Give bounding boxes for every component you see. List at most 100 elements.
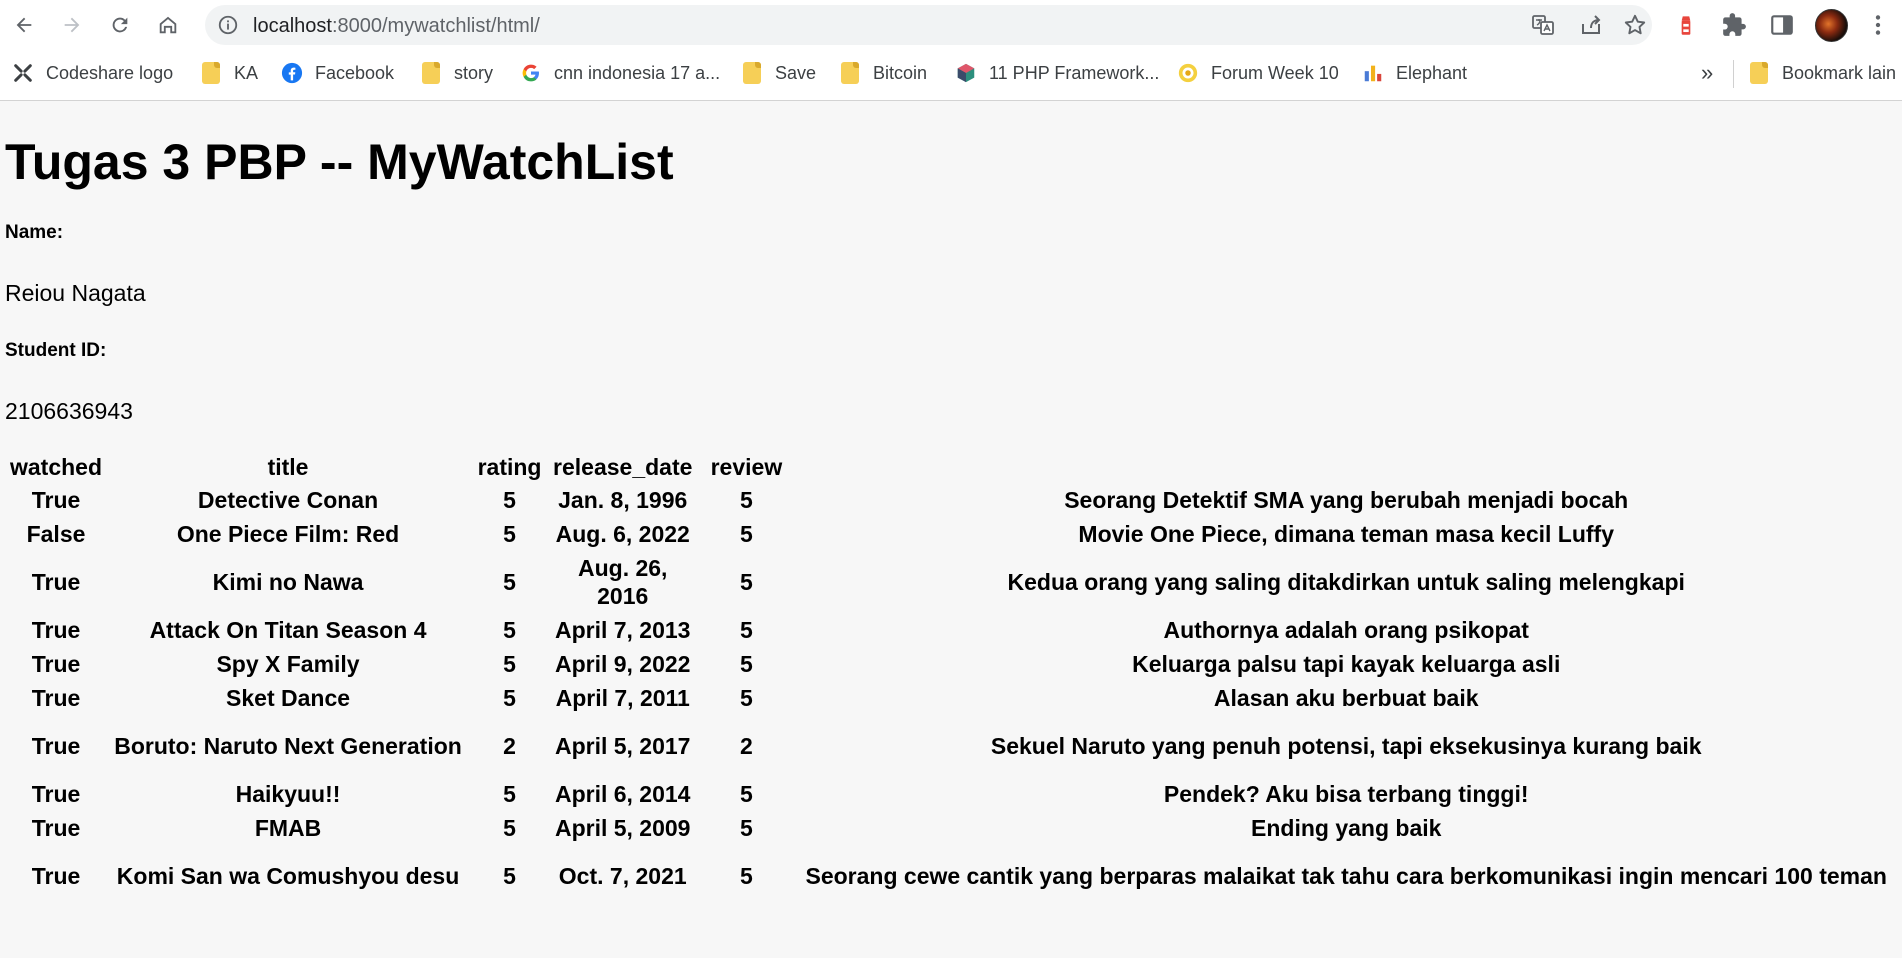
cell-title: FMAB xyxy=(254,815,322,841)
bookmark-facebook[interactable]: Facebook xyxy=(281,59,394,87)
overflow-label: » xyxy=(1701,60,1714,85)
browser-chrome: localhost:8000/mywatchlist/html/ Codesha… xyxy=(0,0,1902,101)
cell-release-date: April 5, 2017 xyxy=(554,733,691,759)
folder-icon xyxy=(420,62,442,84)
bookmark-codeshare[interactable]: Codeshare logo xyxy=(12,59,173,87)
header-review: review xyxy=(710,453,783,480)
cell-watched: True xyxy=(31,733,81,759)
cell-rating: 5 xyxy=(503,815,516,841)
cell-rating: 5 xyxy=(503,685,516,711)
cell-watched: True xyxy=(31,685,81,711)
codeshare-icon xyxy=(12,62,34,84)
cell-title: Attack On Titan Season 4 xyxy=(149,617,427,643)
cell-review: 5 xyxy=(740,569,753,595)
name-label: Name: xyxy=(5,222,64,243)
forward-button[interactable] xyxy=(54,7,90,43)
extensions-puzzle-icon[interactable] xyxy=(1721,12,1747,38)
cell-watched: True xyxy=(31,815,81,841)
cell-release-date: April 5, 2009 xyxy=(554,815,691,841)
url-path: :8000/mywatchlist/html/ xyxy=(331,15,540,37)
cell-rating: 5 xyxy=(503,569,516,595)
table-row: True Attack On Titan Season 4 5 April 7,… xyxy=(6,613,1896,647)
site-info-icon[interactable] xyxy=(217,14,239,36)
cell-review: 5 xyxy=(740,617,753,643)
table-row: True FMAB 5 April 5, 2009 5 Ending yang … xyxy=(6,811,1896,845)
extension-lighthouse-icon[interactable] xyxy=(1673,12,1699,38)
cell-title: Kimi no Nawa xyxy=(212,569,364,595)
cell-rating: 5 xyxy=(503,781,516,807)
header-description xyxy=(796,450,1896,483)
home-button[interactable] xyxy=(150,7,186,43)
bookmark-label: story xyxy=(454,62,494,83)
bookmarks-bar: Codeshare logo KA Facebook story cnn ind… xyxy=(0,55,1902,91)
bookmark-save[interactable]: Save xyxy=(741,59,816,87)
bookmark-label: 11 PHP Framework... xyxy=(989,62,1160,83)
cell-watched: True xyxy=(31,569,81,595)
cell-title: Detective Conan xyxy=(197,487,379,513)
table-row: True Sket Dance 5 April 7, 2011 5 Alasan… xyxy=(6,681,1896,715)
cell-description: Pendek? Aku bisa terbang tinggi! xyxy=(1163,781,1529,807)
cell-review: 5 xyxy=(740,651,753,677)
bookmark-label: Codeshare logo xyxy=(46,62,174,83)
table-row: True Komi San wa Comushyou desu 5 Oct. 7… xyxy=(6,845,1896,907)
cell-title: Komi San wa Comushyou desu xyxy=(116,863,460,889)
back-button[interactable] xyxy=(6,7,42,43)
bookmark-cnn-indonesia[interactable]: cnn indonesia 17 a... xyxy=(520,59,720,87)
cell-watched: True xyxy=(31,617,81,643)
bookmark-star-icon[interactable] xyxy=(1623,13,1647,37)
cell-release-date: Aug. 26, 2016 xyxy=(577,555,668,609)
cell-description: Seorang Detektif SMA yang berubah menjad… xyxy=(1064,487,1629,513)
cell-release-date: Oct. 7, 2021 xyxy=(558,863,687,889)
url-host: localhost xyxy=(253,15,332,37)
google-icon xyxy=(520,62,542,84)
back-arrow-icon xyxy=(16,17,32,33)
bookmark-label: KA xyxy=(234,62,259,83)
cell-description: Movie One Piece, dimana teman masa kecil… xyxy=(1078,521,1614,547)
cell-description: Ending yang baik xyxy=(1251,815,1442,841)
table-row: True Boruto: Naruto Next Generation 2 Ap… xyxy=(6,715,1896,777)
page-title: Tugas 3 PBP -- MyWatchList xyxy=(5,134,674,190)
table-row: False One Piece Film: Red 5 Aug. 6, 2022… xyxy=(6,517,1896,551)
forum-icon xyxy=(1177,62,1199,84)
folder-icon xyxy=(1748,62,1770,84)
home-icon xyxy=(159,16,177,34)
bookmark-ka[interactable]: KA xyxy=(200,59,258,87)
header-rating: rating xyxy=(477,453,542,480)
translate-icon[interactable] xyxy=(1531,13,1555,37)
cell-review: 2 xyxy=(740,733,753,759)
table-header-row: watched title rating release_date review xyxy=(6,450,1896,483)
cell-rating: 5 xyxy=(503,521,516,547)
cell-description: Sekuel Naruto yang penuh potensi, tapi e… xyxy=(990,733,1702,759)
url-text[interactable]: localhost:8000/mywatchlist/html/ xyxy=(253,15,540,38)
cell-review: 5 xyxy=(740,863,753,889)
bookmark-bitcoin[interactable]: Bitcoin xyxy=(839,59,927,87)
bookmark-php-framework[interactable]: 11 PHP Framework... xyxy=(955,59,1159,87)
address-bar[interactable]: localhost:8000/mywatchlist/html/ xyxy=(205,5,1652,45)
profile-avatar[interactable] xyxy=(1815,9,1848,42)
share-icon[interactable] xyxy=(1579,13,1603,37)
header-watched: watched xyxy=(10,453,103,480)
side-panel-icon[interactable] xyxy=(1769,12,1795,38)
cell-review: 5 xyxy=(740,815,753,841)
header-release-date: release_date xyxy=(553,453,693,480)
bookmark-other[interactable]: Bookmark lain xyxy=(1748,59,1896,87)
menu-kebab-icon[interactable] xyxy=(1865,12,1891,38)
bookmark-label: Forum Week 10 xyxy=(1211,62,1339,83)
bookmark-story[interactable]: story xyxy=(420,59,493,87)
bookmark-forum-week-10[interactable]: Forum Week 10 xyxy=(1177,59,1339,87)
reload-button[interactable] xyxy=(102,7,138,43)
bookmarks-overflow-button[interactable]: » xyxy=(1701,59,1713,87)
cell-release-date: April 7, 2011 xyxy=(555,685,690,711)
name-value: Reiou Nagata xyxy=(5,280,146,306)
php-icon xyxy=(955,62,977,84)
cell-watched: True xyxy=(31,487,81,513)
folder-icon xyxy=(839,62,861,84)
facebook-icon xyxy=(281,62,303,84)
bookmark-elephant[interactable]: Elephant xyxy=(1362,59,1467,87)
cell-rating: 5 xyxy=(503,651,516,677)
cell-watched: True xyxy=(31,651,81,677)
cell-description: Seorang cewe cantik yang berparas malaik… xyxy=(805,863,1887,889)
bookmark-label: Bitcoin xyxy=(873,62,928,83)
table-row: True Detective Conan 5 Jan. 8, 1996 5 Se… xyxy=(6,483,1896,517)
chart-icon xyxy=(1362,62,1384,84)
